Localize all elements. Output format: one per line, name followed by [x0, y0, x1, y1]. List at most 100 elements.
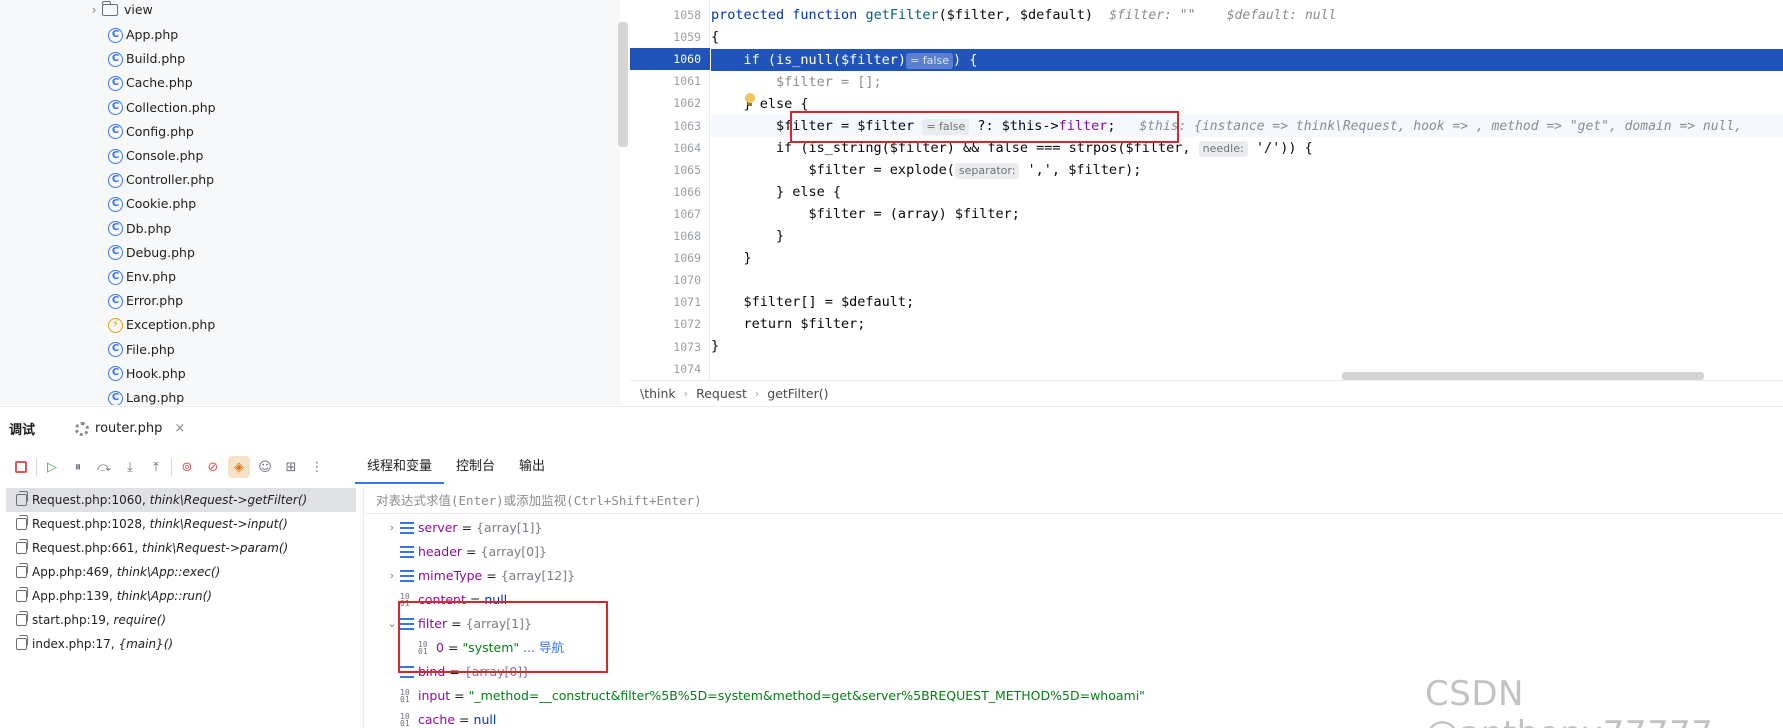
class-icon: C: [108, 172, 123, 188]
line-number[interactable]: 1063: [641, 115, 701, 137]
stack-frame[interactable]: index.php:17, {main}(): [6, 632, 356, 656]
breadcrumb-namespace[interactable]: \think: [640, 386, 676, 401]
variable-value: "_method=__construct&filter%5B%5D=system…: [468, 688, 1145, 703]
variable-row[interactable]: › server = {array[1]}: [384, 516, 543, 540]
stack-frame[interactable]: start.php:19, require(): [6, 608, 356, 632]
stack-frame[interactable]: Request.php:1060, think\Request->getFilt…: [6, 488, 356, 512]
variable-row[interactable]: › mimeType = {array[12]}: [384, 564, 575, 588]
line-number[interactable]: 1061: [641, 70, 701, 92]
frame-context: think\Request->input(): [149, 517, 288, 531]
line-number[interactable]: 1070: [641, 269, 701, 291]
more-options-icon[interactable]: ⋮: [306, 456, 328, 478]
tree-file-item[interactable]: C Console.php: [108, 144, 203, 168]
stop-icon: [15, 461, 27, 473]
frame-context: {main}(): [118, 637, 174, 651]
step-into-button[interactable]: ⤓: [119, 456, 141, 478]
tree-file-label: Exception.php: [126, 317, 216, 333]
variable-row[interactable]: 10 01 cache = null: [384, 708, 496, 728]
stack-frame[interactable]: Request.php:1028, think\Request->input(): [6, 512, 356, 536]
editor-horizontal-scrollbar[interactable]: [1342, 372, 1704, 380]
line-number[interactable]: 1067: [641, 203, 701, 225]
line-number[interactable]: 1068: [641, 225, 701, 247]
step-over-button[interactable]: ⤼: [93, 456, 115, 478]
line-number[interactable]: 1065: [641, 159, 701, 181]
code-line-1060-execution-point: if (is_null($filter) = false) {: [711, 49, 1783, 71]
close-icon[interactable]: ×: [174, 421, 185, 436]
tree-file-item[interactable]: C Controller.php: [108, 168, 214, 192]
variable-value: {array[1]}: [476, 520, 543, 535]
step-out-button[interactable]: ⤒: [145, 456, 167, 478]
add-watch-button[interactable]: ⊞: [280, 456, 302, 478]
frame-location: Request.php:1028,: [32, 517, 150, 531]
inline-value-hint: = false: [906, 53, 953, 69]
frame-context: require(): [113, 613, 167, 627]
line-number[interactable]: 1060: [630, 48, 710, 71]
class-icon: C: [108, 366, 123, 382]
project-tree: › view C App.php C Build.php C Cache.php C Coll…: [0, 0, 620, 405]
tree-file-item[interactable]: C Hook.php: [108, 362, 186, 386]
line-number[interactable]: 1072: [641, 313, 701, 335]
class-icon: C: [108, 148, 123, 164]
tab-router-php[interactable]: router.php ×: [75, 421, 185, 436]
tree-file-item[interactable]: C Config.php: [108, 120, 194, 144]
variable-name: server: [418, 520, 458, 535]
line-number[interactable]: 1064: [641, 137, 701, 159]
tab-output[interactable]: 输出: [507, 450, 557, 484]
tree-folder-view[interactable]: › view: [86, 0, 153, 22]
stack-frame[interactable]: App.php:469, think\App::exec(): [6, 560, 356, 584]
mute-breakpoints-button[interactable]: ⊘: [202, 456, 224, 478]
tree-file-item[interactable]: C Db.php: [108, 217, 171, 241]
break-at-first-line-button[interactable]: ◈: [228, 456, 250, 478]
line-number[interactable]: 1066: [641, 181, 701, 203]
variable-row[interactable]: header = {array[0]}: [384, 540, 547, 564]
tree-file-item[interactable]: C Build.php: [108, 47, 185, 71]
stop-button[interactable]: [10, 456, 32, 478]
frame-icon: [16, 491, 28, 506]
tree-file-item[interactable]: C Lang.php: [108, 386, 184, 405]
chevron-right-icon[interactable]: ›: [384, 564, 400, 588]
code-line-1073: }: [711, 338, 720, 354]
line-number[interactable]: 1074: [641, 358, 701, 380]
tree-scrollbar[interactable]: [618, 22, 628, 147]
tab-console[interactable]: 控制台: [444, 450, 507, 484]
lightbulb-icon[interactable]: [744, 93, 756, 107]
tree-file-item[interactable]: C Cookie.php: [108, 192, 196, 216]
annotation-box-variables: [398, 601, 608, 673]
line-number[interactable]: 1073: [641, 336, 701, 358]
tree-file-item[interactable]: ⚡ Exception.php: [108, 313, 215, 337]
frame-location: index.php:17,: [32, 637, 119, 651]
stack-frame[interactable]: Request.php:661, think\Request->param(): [6, 536, 356, 560]
resume-button[interactable]: ▷: [41, 456, 63, 478]
variable-row[interactable]: 10 01 input = "_method=__construct&filter%5B…: [384, 684, 1145, 708]
tree-file-item[interactable]: C Debug.php: [108, 241, 195, 265]
tab-threads-variables[interactable]: 线程和变量: [355, 450, 445, 484]
tree-file-item[interactable]: C File.php: [108, 338, 175, 362]
pause-button[interactable]: ⏸: [67, 456, 89, 478]
line-number[interactable]: 1071: [641, 291, 701, 313]
breadcrumb: \think › Request › getFilter(): [630, 380, 1783, 406]
tree-file-item[interactable]: C App.php: [108, 23, 178, 47]
code-line-1058: protected function getFilter($filter, $d…: [711, 7, 1337, 23]
chevron-right-icon[interactable]: ›: [86, 0, 102, 22]
equals-sign: =: [461, 520, 473, 535]
line-number[interactable]: 1059: [641, 26, 701, 48]
line-number[interactable]: 1058: [641, 4, 701, 26]
view-breakpoints-button[interactable]: ⊚: [176, 456, 198, 478]
chevron-right-icon[interactable]: ›: [384, 516, 400, 540]
line-number[interactable]: 1069: [641, 247, 701, 269]
tree-file-item[interactable]: C Cache.php: [108, 71, 193, 95]
evaluate-expression-input[interactable]: 对表达式求值(Enter)或添加监视(Ctrl+Shift+Enter): [366, 488, 1783, 514]
tree-file-item[interactable]: C Env.php: [108, 265, 176, 289]
inline-debug-values: $this: {instance => think\Request, hook …: [1123, 119, 1743, 134]
tree-file-item[interactable]: C Error.php: [108, 289, 183, 313]
tool-window-title: 调试: [9, 423, 36, 438]
frame-location: Request.php:1060,: [32, 493, 150, 507]
code-line-1068: }: [711, 228, 785, 244]
stack-frame[interactable]: App.php:139, think\App::run(): [6, 584, 356, 608]
tree-file-item[interactable]: C Collection.php: [108, 96, 216, 120]
evaluate-expression-button[interactable]: ☺: [254, 456, 276, 478]
code-editor[interactable]: 1058 1059 1060 1061 1062 1063 1064 1065 1066 1067…: [630, 0, 1783, 380]
breadcrumb-method[interactable]: getFilter(): [767, 386, 828, 401]
line-number[interactable]: 1062: [641, 92, 701, 114]
breadcrumb-class[interactable]: Request: [696, 386, 747, 401]
